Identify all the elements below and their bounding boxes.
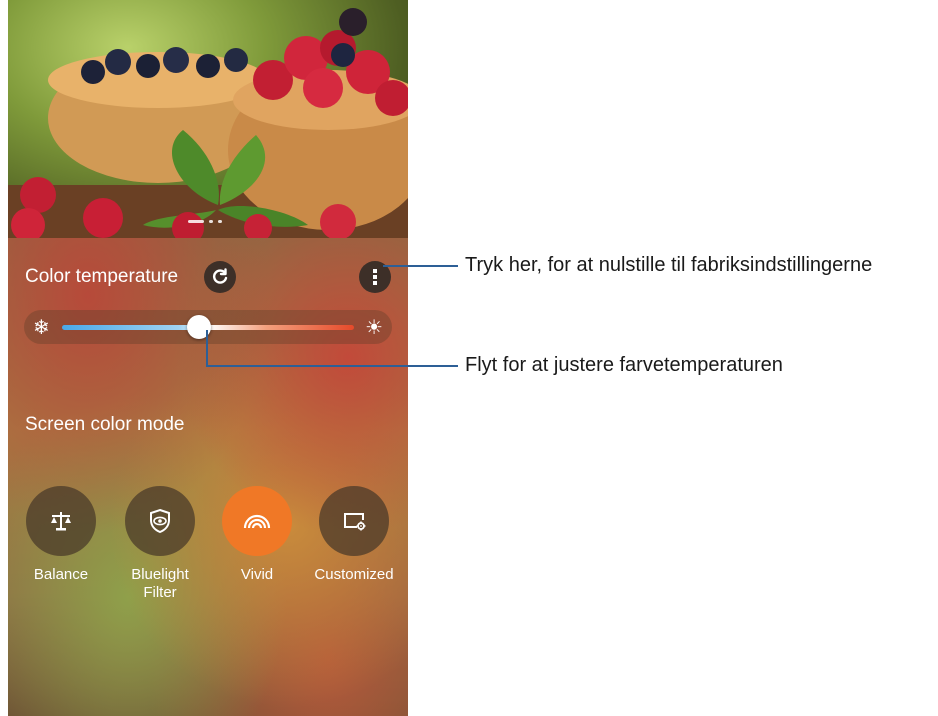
mode-vivid-button[interactable] (222, 486, 292, 556)
berries-illustration (8, 8, 408, 238)
mode-label: Bluelight Filter (131, 566, 189, 601)
refresh-icon (213, 268, 228, 284)
color-temperature-label: Color temperature (25, 266, 179, 287)
sun-icon: ☀ (365, 315, 383, 339)
reset-button[interactable] (204, 261, 236, 293)
phone-screen: Color temperature ❄ ☀ Screen color mode (8, 0, 408, 716)
mode-customized-button[interactable] (319, 486, 389, 556)
mode-balance-button[interactable] (26, 486, 96, 556)
eye-shield-icon (150, 508, 170, 534)
color-temperature-slider[interactable]: ❄ ☀ (24, 310, 392, 344)
settings-panel: Color temperature ❄ ☀ Screen color mode (8, 238, 408, 716)
scale-icon (51, 512, 71, 531)
mode-label: Customized (314, 566, 394, 583)
mode-bluelight-filter[interactable]: Bluelight Filter (112, 486, 208, 602)
page-dot (218, 220, 222, 223)
page-dot-active (188, 220, 204, 223)
callout-line-slider-vertical (206, 330, 208, 366)
mode-label: Balance (33, 566, 89, 583)
wallpaper-image (8, 0, 408, 238)
screen-gear-icon (344, 513, 366, 531)
mode-customized[interactable]: Customized (306, 486, 402, 584)
page-dot (209, 220, 213, 223)
color-mode-list: Balance Bluelight Filter Vivid Customize… (8, 486, 408, 626)
mode-bluelight-filter-button[interactable] (125, 486, 195, 556)
page-indicator (188, 220, 222, 223)
callout-slider-text: Flyt for at justere farvetemperaturen (465, 354, 783, 376)
mode-balance[interactable]: Balance (13, 486, 109, 584)
mode-vivid[interactable]: Vivid (209, 486, 305, 584)
more-vertical-icon (373, 269, 377, 285)
rainbow-icon (243, 514, 271, 529)
callout-menu-text: Tryk her, for at nulstille til fabriksin… (465, 254, 873, 276)
callout-line-slider-horizontal (206, 365, 458, 367)
mode-label: Vivid (240, 566, 274, 583)
callout-line-menu (383, 265, 458, 267)
screen-color-mode-label: Screen color mode (25, 414, 185, 435)
snowflake-icon: ❄ (33, 315, 50, 339)
